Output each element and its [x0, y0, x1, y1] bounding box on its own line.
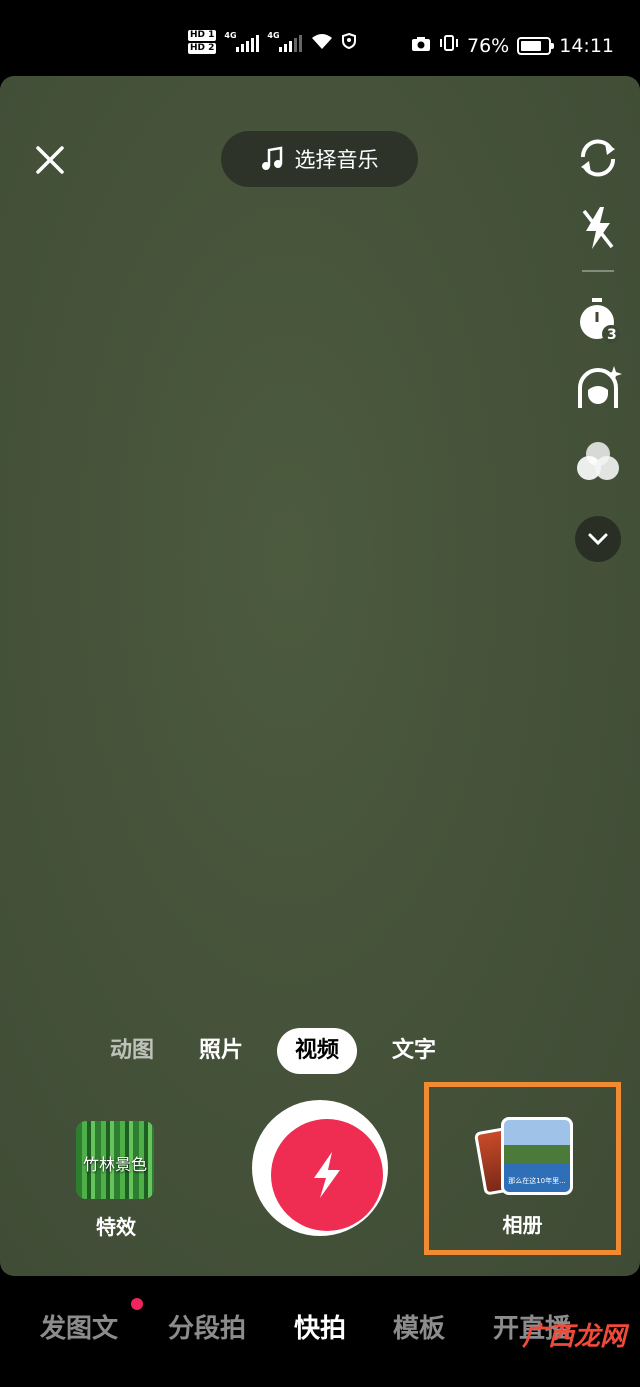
- flip-camera-button[interactable]: [574, 134, 622, 182]
- bottom-nav: 发图文 分段拍 快拍 模板 开直播 广西龙网: [0, 1276, 640, 1387]
- timer-icon: 3: [580, 298, 620, 343]
- flash-off-icon: [582, 207, 614, 249]
- beauty-button[interactable]: [574, 364, 622, 412]
- music-note-icon: [261, 146, 282, 170]
- battery-icon: [517, 36, 555, 55]
- effects-thumb-text: 竹林景色: [82, 1155, 147, 1174]
- select-music-label: 选择音乐: [294, 148, 379, 172]
- nav-quick-shoot[interactable]: 快拍: [294, 1308, 346, 1345]
- chevron-down-icon: [588, 533, 608, 546]
- wifi-icon: [310, 32, 334, 54]
- mode-gif[interactable]: 动图: [110, 1028, 154, 1074]
- hd1-badge: HD 1: [188, 30, 217, 41]
- hd2-badge: HD 2: [188, 43, 217, 54]
- shutter-core: [271, 1119, 383, 1231]
- timer-button[interactable]: 3: [574, 296, 622, 344]
- close-icon: [36, 146, 64, 174]
- filter-icon: [577, 442, 619, 480]
- camera-viewfinder[interactable]: 选择音乐 3 动图 照片 视频 文字 竹林景色 特效 那么在这10年里... 相…: [0, 76, 640, 1276]
- mode-video[interactable]: 视频: [277, 1028, 358, 1074]
- svg-text:3: 3: [607, 327, 617, 343]
- right-toolbar: 3: [574, 134, 622, 562]
- shutter-button[interactable]: [252, 1100, 388, 1236]
- nav-templates[interactable]: 模板: [393, 1308, 445, 1345]
- effects-thumbnail: 竹林景色: [76, 1121, 154, 1199]
- nav-segment-shoot[interactable]: 分段拍: [168, 1308, 246, 1345]
- beauty-icon: [578, 366, 622, 408]
- effects-label: 特效: [96, 1215, 136, 1239]
- album-photo-caption: 那么在这10年里...: [508, 1177, 566, 1185]
- mode-text[interactable]: 文字: [392, 1028, 436, 1074]
- flash-toggle[interactable]: [574, 204, 622, 252]
- mode-selector: 动图 照片 视频 文字: [0, 1028, 640, 1078]
- album-photo-front: 那么在这10年里...: [501, 1117, 573, 1195]
- flip-camera-icon: [580, 139, 616, 177]
- signal-1-icon: 4G: [224, 31, 260, 52]
- filter-button[interactable]: [574, 438, 622, 486]
- expand-tools-button[interactable]: [575, 516, 621, 562]
- album-label[interactable]: 相册: [429, 1209, 616, 1238]
- clock: 14:11: [559, 34, 614, 57]
- battery-percent: 76%: [467, 34, 510, 57]
- mode-photo[interactable]: 照片: [199, 1028, 243, 1074]
- toolbar-divider: [582, 270, 614, 272]
- notification-dot: [131, 1298, 143, 1310]
- shield-icon: [342, 32, 357, 53]
- status-left: HD 1 HD 2 4G 4G: [188, 30, 357, 56]
- camera-status-icon: [411, 35, 431, 57]
- status-right: 76% 14:11: [411, 34, 614, 57]
- album-highlight-box: 那么在这10年里... 相册: [424, 1082, 621, 1255]
- select-music-button[interactable]: 选择音乐: [221, 131, 418, 187]
- signal-2-icon: 4G: [267, 31, 303, 52]
- album-button[interactable]: 那么在这10年里...: [473, 1117, 574, 1197]
- nav-post-image-text[interactable]: 发图文: [40, 1308, 118, 1345]
- vibrate-icon: [439, 34, 459, 57]
- watermark-logo: 广西龙网: [521, 1322, 626, 1352]
- shutter-ring: [259, 1107, 383, 1231]
- effects-button[interactable]: 竹林景色 特效: [76, 1121, 156, 1240]
- lightning-icon: [314, 1152, 340, 1198]
- close-button[interactable]: [34, 144, 66, 176]
- hd-indicators: HD 1 HD 2: [188, 30, 217, 56]
- status-bar: HD 1 HD 2 4G 4G 76% 14:11: [0, 0, 640, 76]
